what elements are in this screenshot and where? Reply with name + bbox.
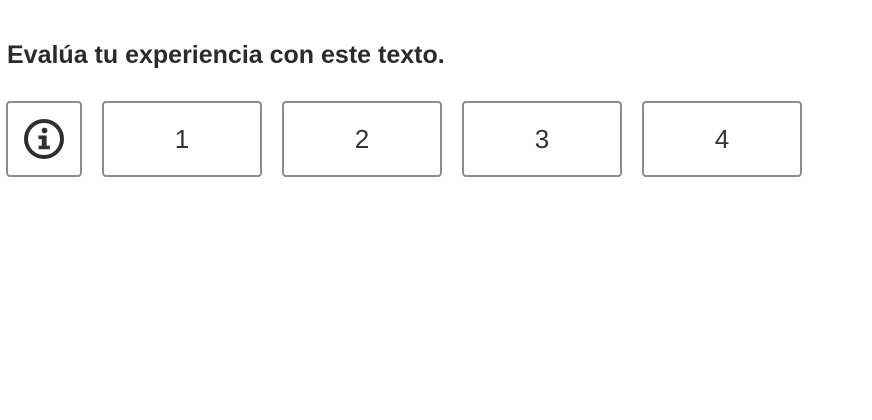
rating-row: 1 2 3 4 [6, 101, 802, 177]
rating-prompt-title: Evalúa tu experiencia con este texto. [7, 41, 445, 69]
rating-option-1[interactable]: 1 [102, 101, 262, 177]
rating-option-3[interactable]: 3 [462, 101, 622, 177]
info-circle-icon [23, 118, 65, 160]
rating-option-4[interactable]: 4 [642, 101, 802, 177]
rating-option-2[interactable]: 2 [282, 101, 442, 177]
info-button[interactable] [6, 101, 82, 177]
